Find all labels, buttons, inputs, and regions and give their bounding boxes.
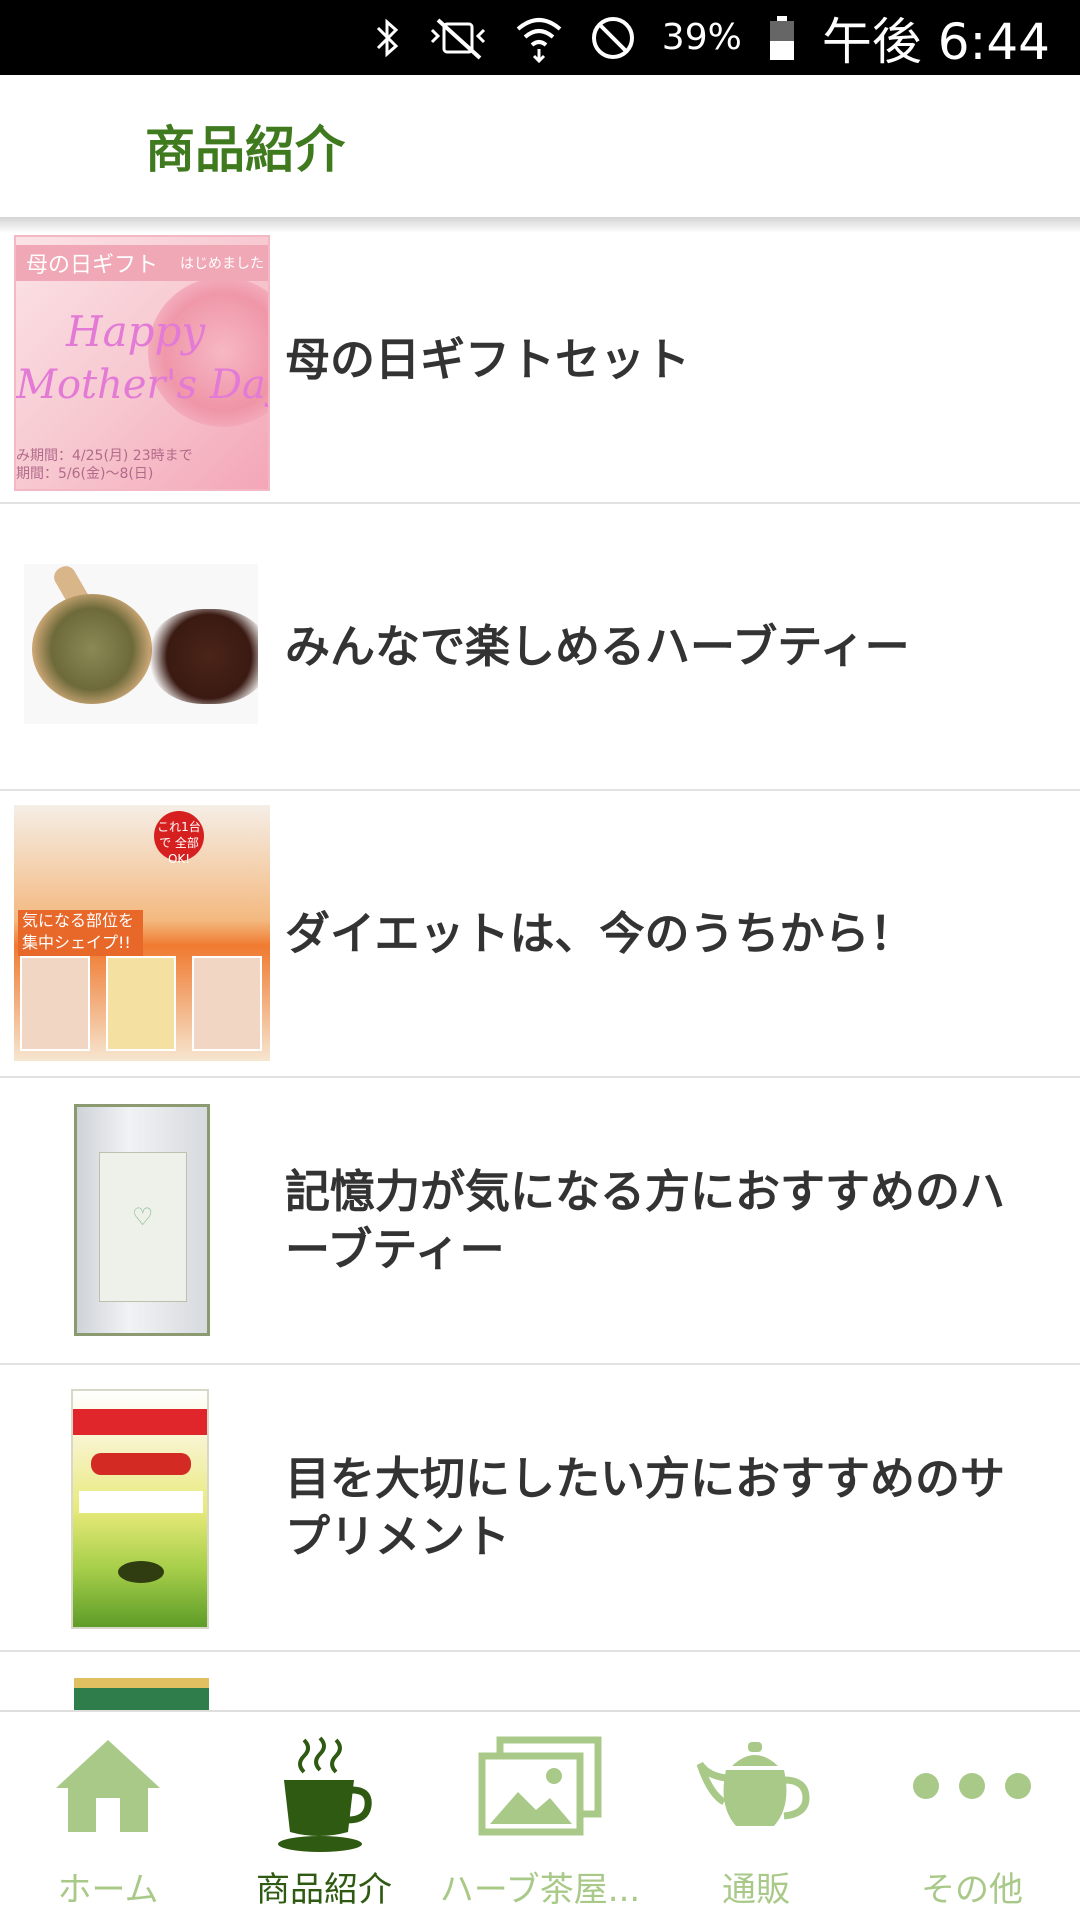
page-title: 商品紹介 [145,121,345,179]
pack-label: ♡ [99,1152,187,1302]
tea-pack-image: ♡ [74,1104,210,1336]
product-thumbnail: ♡ [14,1092,270,1348]
thumb-banner-subtext: はじめました [180,256,264,272]
capsule-image [118,1561,164,1583]
nav-herb-tea-house[interactable]: ハーブ茶屋... [432,1712,648,1920]
thumb-badge: これ1台で 全部OK! [154,811,204,866]
product-thumbnail [14,1666,270,1710]
status-bar: 39% 午後 6:44 [0,0,1080,75]
product-title: 目を大切にしたい方におすすめのサプリメント [285,1451,1006,1563]
header-shadow [0,217,1080,233]
product-title: ダイエットは、今のうちから！ [285,906,915,960]
nav-products[interactable]: 商品紹介 [216,1712,432,1920]
app-header: 商品紹介 [0,75,1080,217]
thumb-photo [106,956,176,1051]
list-item[interactable] [0,1652,1080,1710]
more-icon [910,1736,1034,1840]
heart-icon: ♡ [132,1203,154,1231]
gallery-icon [478,1736,602,1840]
clock: 午後 6:44 [821,12,1050,71]
nav-shop[interactable]: 通販 [648,1712,864,1920]
spoon-image [32,594,152,704]
home-icon [52,1736,164,1840]
thumb-photo [20,956,90,1051]
product-thumbnail: 母の日ギフト はじめました Happy Mother's Day み期間：4/2… [14,235,270,491]
nav-home[interactable]: ホーム [0,1712,216,1920]
product-title: みんなで楽しめるハーブティー [285,619,910,673]
nav-more-label: その他 [921,1870,1023,1910]
wifi-icon [514,13,564,63]
thumb-script-happy: Happy [66,307,206,356]
thumb-photo [192,956,262,1051]
product-thumbnail [14,1379,270,1635]
box-name-band [79,1491,203,1513]
nav-herb-tea-house-label: ハーブ茶屋... [439,1870,641,1910]
bluetooth-icon [372,16,402,60]
list-item[interactable]: これ1台で 全部OK! 気になる部位を 集中シェイプ!! ダイエットは、今のうち… [0,791,1080,1078]
supplement-box-image [74,1678,209,1710]
supplement-box-image [71,1389,209,1629]
nav-products-label: 商品紹介 [256,1870,392,1910]
thumb-date-2: 期間：5/6(金)〜8(日) [16,466,154,482]
tea-cup-icon [274,1736,374,1860]
bottom-navigation: ホーム 商品紹介 ハーブ茶屋... 通販 その他 [0,1710,1080,1920]
battery-icon [768,15,796,61]
list-item[interactable]: 母の日ギフト はじめました Happy Mother's Day み期間：4/2… [0,217,1080,504]
nav-shop-label: 通販 [722,1870,790,1910]
do-not-disturb-icon [590,15,636,61]
teapot-icon [696,1736,816,1840]
tea-leaves-image [149,609,258,704]
thumb-date-1: み期間：4/25(月) 23時まで [16,448,193,464]
product-thumbnail [24,564,258,724]
list-item[interactable]: ♡ 記憶力が気になる方におすすめのハーブティー [0,1078,1080,1365]
thumb-banner: 母の日ギフト はじめました [16,245,268,281]
box-logo [91,1453,191,1475]
box-red-band [73,1409,207,1435]
product-thumbnail: これ1台で 全部OK! 気になる部位を 集中シェイプ!! [14,805,270,1061]
thumb-label: 気になる部位を 集中シェイプ!! [18,910,143,956]
product-title: 記憶力が気になる方におすすめのハーブティー [285,1164,1006,1276]
battery-percent: 39% [661,17,742,58]
vibrate-icon [428,16,488,60]
nav-more[interactable]: その他 [864,1712,1080,1920]
product-title: 母の日ギフトセット [285,332,691,386]
thumb-script-mothers-day: Mother's Day [16,362,270,408]
thumb-banner-text: 母の日ギフト [26,253,159,278]
thumb-dates: み期間：4/25(月) 23時まで 期間：5/6(金)〜8(日) [16,447,193,483]
nav-home-label: ホーム [57,1870,159,1910]
list-item[interactable]: みんなで楽しめるハーブティー [0,504,1080,791]
list-item[interactable]: 目を大切にしたい方におすすめのサプリメント [0,1365,1080,1652]
product-list[interactable]: 母の日ギフト はじめました Happy Mother's Day み期間：4/2… [0,217,1080,1710]
